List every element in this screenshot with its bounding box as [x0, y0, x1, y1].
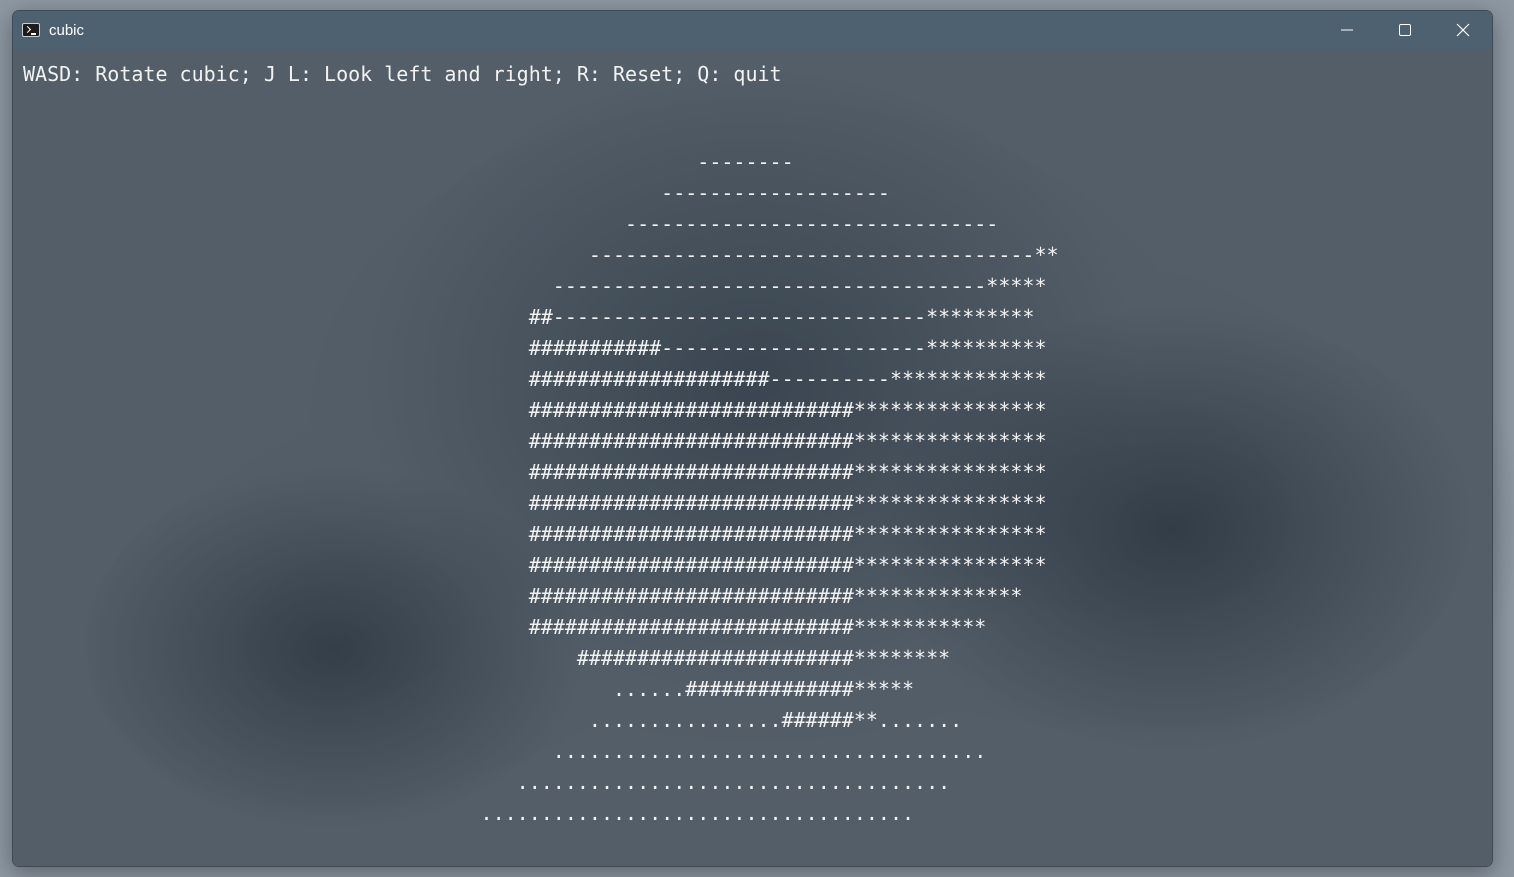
cube-line: ------------------------------- [23, 212, 999, 236]
cube-line: ###########################*************… [23, 553, 1047, 577]
close-button[interactable] [1434, 11, 1492, 49]
cube-line: ................######**....... [23, 708, 963, 732]
cube-line: ###########################*************… [23, 398, 1047, 422]
window-controls [1318, 11, 1492, 49]
cube-line: ###########################*********** [23, 615, 987, 639]
minimize-button[interactable] [1318, 11, 1376, 49]
cube-line: ####################----------**********… [23, 367, 1047, 391]
cube-line: ###########################*************… [23, 429, 1047, 453]
cube-line: ###########################*************… [23, 584, 1023, 608]
cube-line: ###########################*************… [23, 460, 1047, 484]
window-title: cubic [49, 21, 85, 39]
title-bar[interactable]: cubic [13, 11, 1492, 49]
cube-line: ##-------------------------------*******… [23, 305, 1035, 329]
maximize-button[interactable] [1376, 11, 1434, 49]
cube-line: .................................... [23, 801, 915, 825]
cube-line: .................................... [23, 739, 987, 763]
cube-line: #######################******** [23, 646, 951, 670]
terminal-window[interactable]: cubic WASD: Rotate cubic; J L: Look left… [12, 10, 1493, 867]
help-text: WASD: Rotate cubic; J L: Look left and r… [23, 62, 782, 86]
cube-line: .................................... [23, 770, 951, 794]
maximize-icon [1399, 24, 1411, 36]
cube-line: -------------------------------------** [23, 243, 1059, 267]
cube-line: -------- [23, 150, 794, 174]
cube-line: ------------------- [23, 181, 890, 205]
cube-line: ------------------------------------****… [23, 274, 1047, 298]
cube-line: ###########----------------------*******… [23, 336, 1047, 360]
ascii-cube: -------- ------------------- -----------… [23, 147, 1059, 829]
cube-line: ###########################*************… [23, 522, 1047, 546]
close-icon [1456, 23, 1470, 37]
terminal-output[interactable]: WASD: Rotate cubic; J L: Look left and r… [13, 49, 1492, 866]
cube-line: ......##############***** [23, 677, 915, 701]
terminal-icon [22, 23, 40, 37]
cube-line: ###########################*************… [23, 491, 1047, 515]
minimize-icon [1341, 29, 1353, 31]
